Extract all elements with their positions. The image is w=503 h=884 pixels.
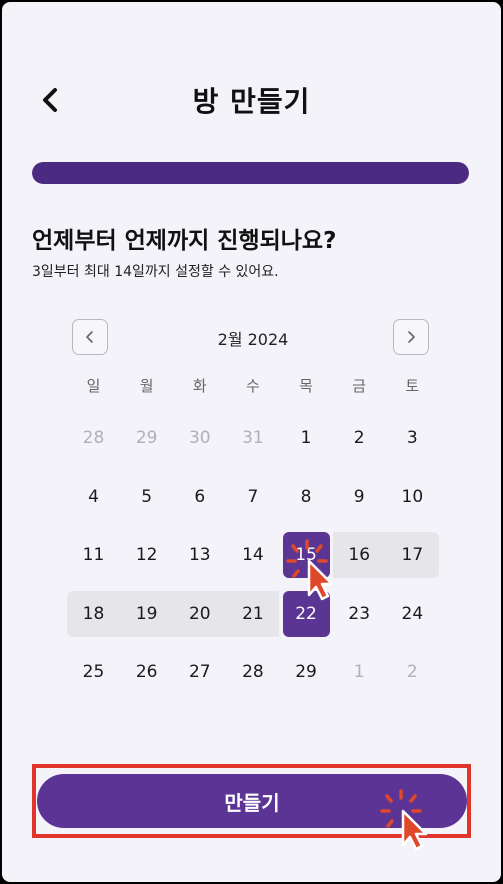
chevron-right-icon	[408, 331, 415, 343]
calendar-day[interactable]: 24	[386, 591, 439, 637]
calendar-day[interactable]: 17	[385, 532, 439, 578]
create-button[interactable]: 만들기	[37, 774, 467, 828]
calendar-day[interactable]: 18	[67, 590, 120, 637]
calendar-day[interactable]: 19	[120, 590, 174, 637]
page-title: 방 만들기	[192, 85, 311, 118]
calendar-week-row: 25 26 27 28 29 1 2	[67, 642, 439, 701]
calendar-day[interactable]: 1	[333, 649, 386, 695]
calendar-day[interactable]: 16	[332, 532, 386, 578]
progress-fill	[32, 162, 469, 184]
calendar-day[interactable]: 29	[280, 649, 333, 695]
calendar-week-row: 28 29 30 31 1 2 3	[67, 408, 439, 467]
calendar-day[interactable]: 28	[226, 649, 279, 695]
app-frame: 방 만들기 언제부터 언제까지 진행되나요? 3일부터 최대 14일까지 설정할…	[0, 0, 503, 884]
calendar-day[interactable]: 27	[173, 649, 226, 695]
calendar-day[interactable]: 13	[173, 532, 226, 578]
question-subtitle: 3일부터 최대 14일까지 설정할 수 있어요.	[32, 264, 279, 280]
calendar-day[interactable]: 6	[173, 474, 226, 520]
weekday-label: 화	[192, 377, 207, 395]
calendar-day[interactable]: 30	[173, 415, 226, 461]
next-month-button[interactable]	[393, 319, 429, 355]
calendar-day[interactable]: 23	[333, 591, 386, 637]
calendar-day[interactable]: 7	[226, 474, 279, 520]
calendar-day[interactable]: 26	[120, 649, 173, 695]
progress-bar	[32, 162, 469, 184]
calendar-day[interactable]: 1	[280, 415, 333, 461]
calendar-grid: 28 29 30 31 1 2 3 4 5 6 7 8 9 10 11 12 13 14 15 16 17 18 19 20 2…	[67, 408, 439, 701]
calendar-day[interactable]: 14	[226, 532, 279, 578]
calendar-week-row: 4 5 6 7 8 9 10	[67, 467, 439, 526]
calendar-day[interactable]: 10	[386, 474, 439, 520]
calendar-week-row: 11 12 13 14 15 16 17	[67, 525, 439, 584]
calendar-day[interactable]: 5	[120, 474, 173, 520]
weekday-label: 수	[245, 377, 260, 395]
calendar-day[interactable]: 25	[67, 649, 120, 695]
calendar-day[interactable]: 8	[280, 474, 333, 520]
weekday-label: 토	[405, 377, 420, 395]
calendar-day[interactable]: 11	[67, 532, 120, 578]
question-title: 언제부터 언제까지 진행되나요?	[32, 228, 337, 254]
calendar-day[interactable]: 4	[67, 474, 120, 520]
calendar-day[interactable]: 2	[333, 415, 386, 461]
calendar-day[interactable]: 21	[226, 590, 280, 637]
calendar-day[interactable]: 2	[386, 649, 439, 695]
calendar-day[interactable]: 9	[333, 474, 386, 520]
weekday-label: 일	[86, 377, 101, 395]
calendar-day[interactable]: 3	[386, 415, 439, 461]
calendar-week-row: 18 19 20 21 22 23 24	[67, 584, 439, 643]
weekday-label: 금	[352, 377, 367, 395]
calendar-day-range-end[interactable]: 22	[282, 590, 330, 637]
calendar-day[interactable]: 28	[67, 415, 120, 461]
weekday-label: 월	[139, 377, 154, 395]
screen: 방 만들기 언제부터 언제까지 진행되나요? 3일부터 최대 14일까지 설정할…	[2, 2, 501, 882]
calendar-day[interactable]: 12	[120, 532, 173, 578]
weekday-label: 목	[299, 377, 313, 395]
calendar-day[interactable]: 29	[120, 415, 173, 461]
calendar-day[interactable]: 31	[226, 415, 279, 461]
calendar-day[interactable]: 20	[173, 590, 227, 637]
calendar-month-label: 2월 2024	[217, 330, 289, 349]
calendar-day-range-start[interactable]: 15	[282, 532, 330, 578]
weekday-header: 일월화수목금토	[67, 375, 439, 396]
